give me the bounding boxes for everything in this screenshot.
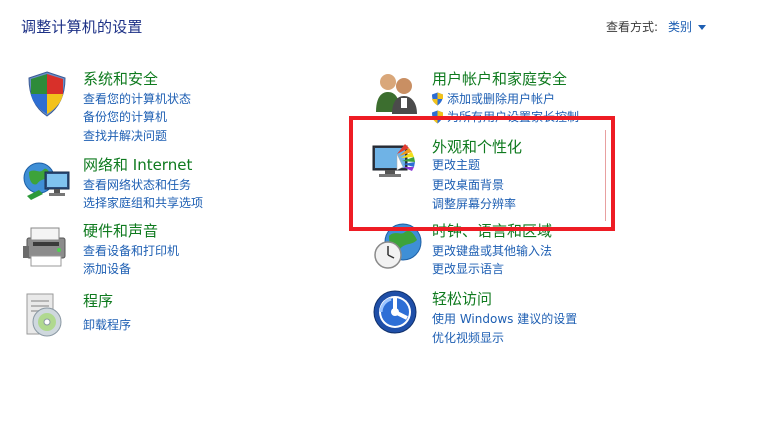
chevron-down-icon[interactable] (698, 25, 707, 30)
page-title: 调整计算机的设置 (21, 18, 143, 36)
uac-shield-icon (432, 110, 443, 123)
link-change-keyboard-input[interactable]: 更改键盘或其他输入法 (432, 242, 552, 259)
link-view-computer-status[interactable]: 查看您的计算机状态 (83, 90, 191, 107)
link-change-theme[interactable]: 更改主题 (432, 156, 480, 173)
view-by-label: 查看方式: (606, 20, 659, 34)
link-change-desktop-background[interactable]: 更改桌面背景 (432, 176, 504, 193)
printer-icon[interactable] (21, 220, 73, 272)
link-change-display-language[interactable]: 更改显示语言 (432, 260, 504, 277)
link-devices-printers[interactable]: 查看设备和打印机 (83, 242, 179, 259)
category-title-appearance[interactable]: 外观和个性化 (432, 136, 522, 157)
programs-disc-icon[interactable] (21, 290, 73, 342)
link-uninstall-program[interactable]: 卸载程序 (83, 316, 131, 333)
link-add-remove-users-label: 添加或删除用户帐户 (447, 92, 556, 106)
category-title-hardware-sound[interactable]: 硬件和声音 (83, 220, 158, 241)
monitor-palette-icon[interactable] (371, 136, 423, 188)
category-title-network-internet[interactable]: 网络和 Internet (83, 154, 192, 175)
highlight-divider (605, 130, 606, 221)
link-backup-computer[interactable]: 备份您的计算机 (83, 108, 167, 125)
link-troubleshoot[interactable]: 查找并解决问题 (83, 127, 167, 144)
uac-shield-icon (432, 92, 443, 105)
link-optimize-visual-display[interactable]: 优化视频显示 (432, 329, 504, 346)
users-icon[interactable] (371, 68, 423, 120)
view-by: 查看方式: 类别 (606, 18, 707, 35)
category-title-programs[interactable]: 程序 (83, 290, 113, 311)
system-security-icon[interactable] (21, 68, 73, 120)
link-adjust-screen-resolution[interactable]: 调整屏幕分辨率 (432, 195, 516, 212)
link-parental-controls[interactable]: 为所有用户设置家长控制 (431, 108, 579, 125)
control-panel-window: 调整计算机的设置 查看方式: 类别 系统和安全 查看您的计算机状态 备份您的计算… (0, 0, 781, 448)
category-title-system-security[interactable]: 系统和安全 (83, 68, 158, 89)
category-title-ease-of-access[interactable]: 轻松访问 (432, 288, 492, 309)
view-by-dropdown[interactable]: 类别 (668, 18, 692, 35)
category-title-user-accounts[interactable]: 用户帐户和家庭安全 (432, 68, 567, 89)
link-add-remove-users[interactable]: 添加或删除用户帐户 (431, 90, 555, 107)
network-globe-icon[interactable] (21, 154, 73, 206)
link-parental-controls-label: 为所有用户设置家长控制 (447, 110, 580, 124)
link-network-status[interactable]: 查看网络状态和任务 (83, 176, 191, 193)
link-homegroup-sharing[interactable]: 选择家庭组和共享选项 (83, 194, 203, 211)
category-title-clock-language-region[interactable]: 时钟、语言和区域 (432, 220, 552, 241)
clock-globe-icon[interactable] (371, 220, 423, 272)
link-add-device[interactable]: 添加设备 (83, 260, 131, 277)
ease-of-access-icon[interactable] (371, 288, 423, 340)
link-windows-recommended-settings[interactable]: 使用 Windows 建议的设置 (432, 310, 577, 327)
